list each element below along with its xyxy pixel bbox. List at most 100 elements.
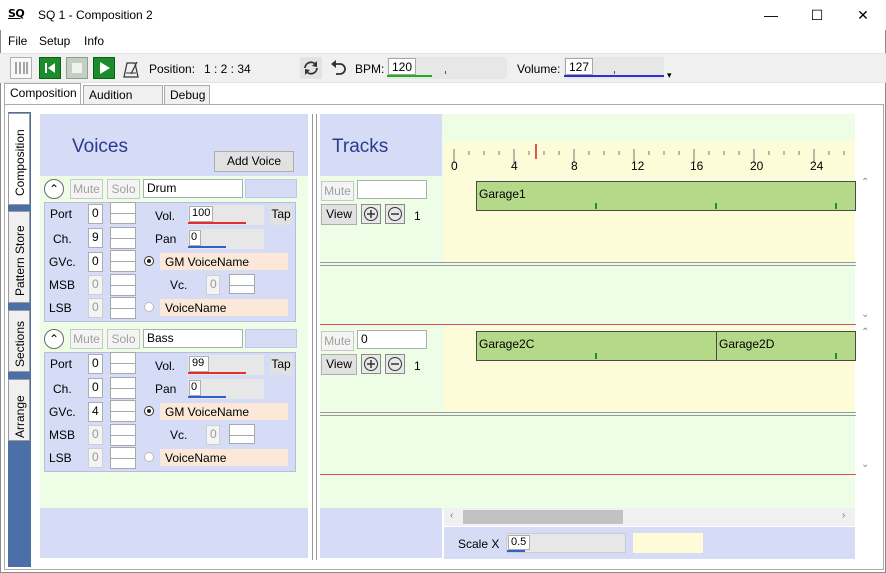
tap-button[interactable]: Tap (270, 205, 292, 225)
gm-voice-radio[interactable] (144, 256, 154, 266)
vc-stepper[interactable] (229, 274, 255, 294)
zoom-in-icon[interactable] (361, 354, 381, 374)
play-icon[interactable] (93, 57, 115, 79)
gvc-value[interactable]: 4 (88, 402, 103, 422)
tab-audition-test[interactable]: Audition Test (83, 85, 163, 116)
tap-button[interactable]: Tap (270, 355, 292, 375)
minimize-button[interactable]: — (748, 0, 794, 30)
bpm-slider[interactable]: 120 (387, 57, 507, 79)
lsb-stepper[interactable] (110, 297, 136, 319)
scale-x-input[interactable]: 0.5 (508, 535, 530, 550)
msb-stepper[interactable] (110, 274, 136, 296)
tab-debug[interactable]: Debug (164, 85, 210, 104)
vc-value[interactable]: 0 (206, 425, 220, 445)
scale-x-slider[interactable]: 0.5 (506, 533, 626, 553)
port-value[interactable]: 0 (88, 204, 103, 224)
bars-icon[interactable] (10, 57, 32, 79)
msb-value[interactable]: 0 (88, 425, 103, 445)
pattern-clip[interactable]: Garage2C (476, 331, 717, 361)
ch-stepper[interactable] (110, 377, 136, 399)
scroll-up-icon[interactable]: ⌃ (861, 327, 869, 338)
menu-file[interactable]: File (8, 34, 27, 48)
panel-splitter[interactable] (312, 114, 317, 560)
timeline-ruler[interactable]: 0 4 8 12 16 20 24 (444, 141, 855, 176)
voicename-radio[interactable] (144, 302, 154, 312)
menu-setup[interactable]: Setup (39, 34, 70, 48)
voice-color-swatch[interactable] (245, 329, 297, 348)
collapse-voice-icon[interactable]: ⌃ (44, 179, 64, 199)
lsb-value[interactable]: 0 (88, 298, 103, 318)
collapse-voice-icon[interactable]: ⌃ (44, 329, 64, 349)
vol-slider[interactable]: 100 (188, 205, 264, 225)
volume-slider[interactable]: 127 (564, 57, 664, 79)
stop-icon[interactable] (66, 57, 88, 79)
lsb-value[interactable]: 0 (88, 448, 103, 468)
volume-dropdown-icon[interactable]: ▾ (667, 70, 672, 81)
track-divider[interactable] (320, 262, 856, 266)
msb-value[interactable]: 0 (88, 275, 103, 295)
voice-solo-button[interactable]: Solo (107, 329, 140, 349)
track-scrollbar[interactable]: ⌃ ⌄ (859, 327, 873, 475)
ch-stepper[interactable] (110, 227, 136, 249)
add-voice-button[interactable]: Add Voice (214, 151, 294, 172)
port-value[interactable]: 0 (88, 354, 103, 374)
track-scrollbar[interactable]: ⌃ ⌄ (859, 177, 873, 325)
voice-name-input[interactable]: Bass (143, 329, 243, 348)
scrollbar-thumb[interactable] (463, 510, 623, 524)
scroll-down-icon[interactable]: ⌄ (861, 459, 869, 470)
vol-slider[interactable]: 99 (188, 355, 264, 375)
loop-icon[interactable] (300, 57, 322, 79)
vol-input[interactable]: 100 (189, 206, 213, 222)
track-view-button[interactable]: View (321, 354, 357, 375)
port-stepper[interactable] (110, 352, 136, 374)
pattern-clip[interactable]: Garage1 (476, 181, 856, 211)
track-view-button[interactable]: View (321, 204, 357, 225)
ch-value[interactable]: 9 (88, 228, 103, 248)
voice-name-input[interactable]: Drum (143, 179, 243, 198)
track-mute-button[interactable]: Mute (321, 331, 354, 351)
maximize-button[interactable]: ☐ (794, 0, 840, 30)
bpm-input[interactable]: 120 (388, 58, 416, 75)
zoom-in-icon[interactable] (361, 204, 381, 224)
vc-value[interactable]: 0 (206, 275, 220, 295)
side-tab-arrange[interactable]: Arrange (8, 379, 30, 441)
voicename-radio[interactable] (144, 452, 154, 462)
scroll-right-icon[interactable]: › (842, 510, 845, 521)
lsb-stepper[interactable] (110, 447, 136, 469)
voice-color-swatch[interactable] (245, 179, 297, 198)
metronome-icon[interactable] (120, 58, 142, 80)
gvc-stepper[interactable] (110, 400, 136, 422)
horizontal-scrollbar[interactable]: ‹ › (444, 508, 855, 526)
skip-start-icon[interactable] (39, 57, 61, 79)
gm-voice-radio[interactable] (144, 406, 154, 416)
close-button[interactable]: ✕ (840, 0, 886, 30)
side-tab-composition[interactable]: Composition (8, 113, 30, 205)
pan-input[interactable]: 0 (189, 380, 201, 396)
track-mute-button[interactable]: Mute (321, 181, 354, 201)
gvc-value[interactable]: 0 (88, 252, 103, 272)
voice-solo-button[interactable]: Solo (107, 179, 140, 199)
zoom-out-icon[interactable] (385, 204, 405, 224)
tab-composition[interactable]: Composition (4, 83, 81, 105)
gvc-stepper[interactable] (110, 250, 136, 272)
side-tab-sections[interactable]: Sections (8, 310, 30, 372)
track-name-input[interactable]: 0 (357, 330, 427, 349)
vc-stepper[interactable] (229, 424, 255, 444)
pan-slider[interactable]: 0 (188, 229, 264, 249)
voice-mute-button[interactable]: Mute (70, 329, 103, 349)
scroll-left-icon[interactable]: ‹ (450, 510, 453, 521)
undo-icon[interactable] (327, 57, 349, 79)
scroll-down-icon[interactable]: ⌄ (861, 309, 869, 320)
pattern-clip[interactable]: Garage2D (716, 331, 856, 361)
menu-info[interactable]: Info (84, 34, 104, 48)
voice-mute-button[interactable]: Mute (70, 179, 103, 199)
scroll-up-icon[interactable]: ⌃ (861, 177, 869, 188)
pan-slider[interactable]: 0 (188, 379, 264, 399)
zoom-out-icon[interactable] (385, 354, 405, 374)
side-tab-pattern-store[interactable]: Pattern Store (8, 211, 30, 303)
track-divider[interactable] (320, 412, 856, 416)
msb-stepper[interactable] (110, 424, 136, 446)
port-stepper[interactable] (110, 202, 136, 224)
track-name-input[interactable] (357, 180, 427, 199)
volume-input[interactable]: 127 (565, 58, 593, 75)
